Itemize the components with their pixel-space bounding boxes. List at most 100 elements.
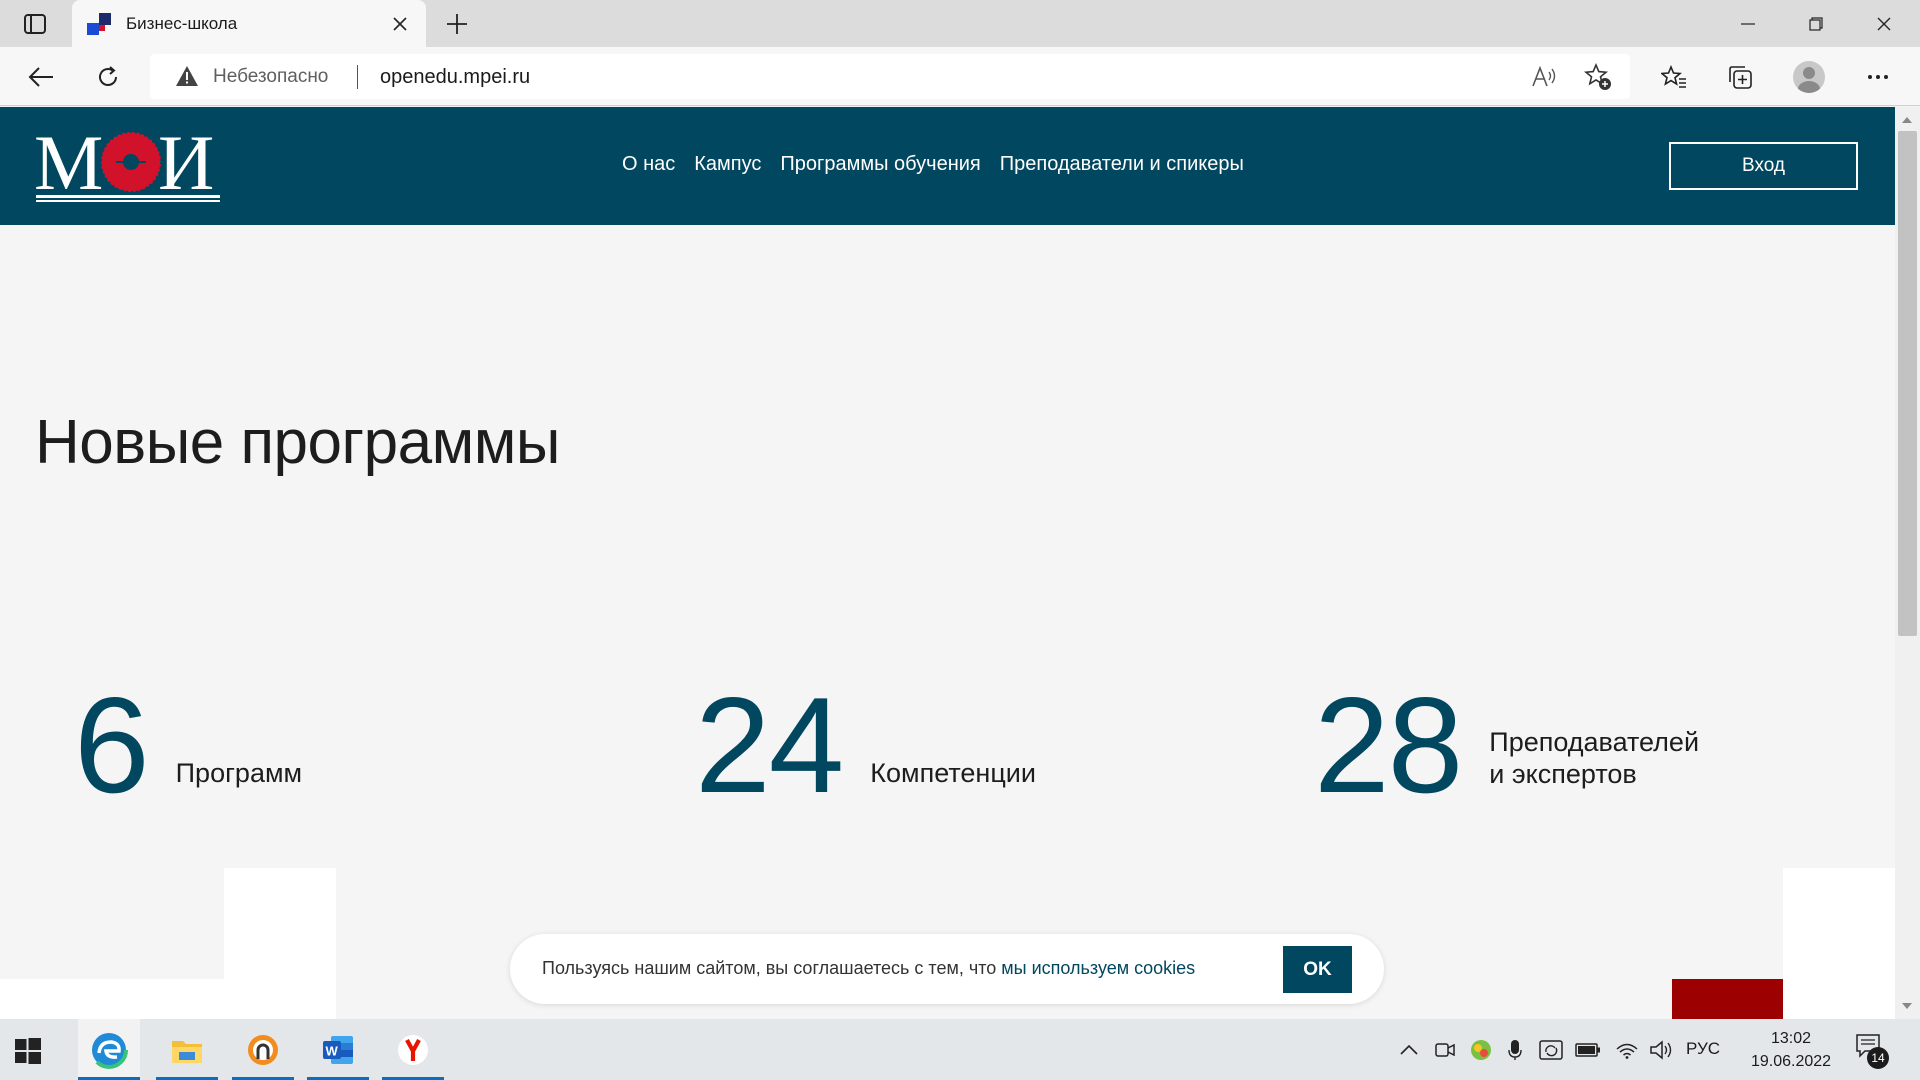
- clock-date: 19.06.2022: [1750, 1053, 1832, 1070]
- tray-battery-button[interactable]: [1572, 1019, 1604, 1080]
- main-navigation: О нас Кампус Программы обучения Преподав…: [622, 153, 1244, 176]
- add-favorite-button[interactable]: [1583, 62, 1613, 92]
- window-minimize-button[interactable]: [1714, 0, 1782, 47]
- stat-value: 24: [695, 669, 844, 821]
- stat-label: Компетенции: [870, 758, 1036, 789]
- tray-volume-button[interactable]: [1646, 1019, 1676, 1080]
- tray-clock[interactable]: 13:02 19.06.2022: [1741, 1027, 1841, 1073]
- edge-icon: [90, 1030, 128, 1069]
- cookie-banner: Пользуясь нашим сайтом, вы соглашаетесь …: [510, 934, 1384, 1004]
- cookie-policy-link[interactable]: мы используем cookies: [1001, 958, 1195, 978]
- refresh-icon: [99, 66, 117, 86]
- logo-letter-i: И: [158, 123, 214, 203]
- browser-toolbar: Небезопасно openedu.mpei.ru: [0, 47, 1920, 106]
- sync-icon: [1539, 1039, 1563, 1060]
- tab-close-button[interactable]: [388, 12, 412, 36]
- stat-competencies: 24 Компетенции: [695, 677, 1036, 813]
- favorites-button[interactable]: [1654, 57, 1694, 97]
- address-separator: [357, 65, 358, 89]
- login-button[interactable]: Вход: [1669, 142, 1858, 190]
- new-tab-button[interactable]: [442, 9, 472, 39]
- insecure-label[interactable]: Небезопасно: [213, 66, 328, 88]
- nav-campus[interactable]: Кампус: [694, 153, 761, 176]
- file-explorer-icon: [172, 1040, 202, 1063]
- favorites-icon: [1661, 65, 1686, 88]
- read-aloud-button[interactable]: [1529, 62, 1559, 92]
- settings-more-button[interactable]: [1858, 57, 1898, 97]
- decorative-block: [1783, 868, 1895, 1019]
- more-horizontal-icon: [1868, 75, 1888, 79]
- tray-microphone-button[interactable]: [1502, 1019, 1528, 1080]
- windows-start-icon[interactable]: [14, 1037, 42, 1065]
- nav-teachers[interactable]: Преподаватели и спикеры: [1000, 153, 1244, 176]
- page-scrollbar[interactable]: [1895, 107, 1920, 1019]
- scroll-down-icon[interactable]: [1902, 1003, 1912, 1009]
- scroll-thumb[interactable]: [1898, 131, 1917, 636]
- tray-app-button[interactable]: [1466, 1019, 1496, 1080]
- warning-icon: [176, 66, 198, 86]
- tray-meet-button[interactable]: [1430, 1019, 1460, 1080]
- scroll-up-icon[interactable]: [1902, 117, 1912, 123]
- decorative-red-block: [1672, 979, 1783, 1019]
- close-icon: [1877, 17, 1891, 30]
- cookie-message: Пользуясь нашим сайтом, вы соглашаетесь …: [542, 958, 1196, 978]
- tab-actions-button[interactable]: [18, 11, 52, 37]
- clock-time: 13:02: [1770, 1030, 1812, 1047]
- stat-label: Программ: [175, 758, 303, 789]
- logo-emblem-icon: [100, 131, 162, 193]
- cookie-ok-button[interactable]: OK: [1283, 946, 1352, 993]
- chevron-up-icon: [1400, 1044, 1418, 1055]
- close-icon: [393, 17, 407, 31]
- taskbar-app-edge[interactable]: [78, 1019, 140, 1080]
- stat-value: 28: [1314, 669, 1463, 821]
- app-circle-icon: [248, 1034, 278, 1065]
- input-language-indicator[interactable]: РУС: [1686, 1039, 1720, 1059]
- stat-label: Преподавателей и экспертов: [1489, 727, 1700, 789]
- page-title: Новые программы: [35, 408, 560, 477]
- stat-value: 6: [74, 669, 150, 821]
- window-close-button[interactable]: [1850, 0, 1918, 47]
- mpei-logo[interactable]: М И: [34, 123, 222, 203]
- windows-taskbar: W РУС 13:02 19.06.2022 14: [0, 1019, 1920, 1080]
- tray-show-hidden-button[interactable]: [1394, 1019, 1424, 1080]
- nav-programs[interactable]: Программы обучения: [780, 153, 980, 176]
- refresh-button[interactable]: [88, 57, 128, 97]
- taskbar-app-word[interactable]: W: [307, 1019, 369, 1080]
- video-camera-icon: [1435, 1042, 1455, 1057]
- read-aloud-icon: [1532, 66, 1556, 87]
- collections-button[interactable]: [1720, 57, 1760, 97]
- battery-icon: [1575, 1042, 1600, 1057]
- decorative-block: [224, 868, 336, 1019]
- notification-count-badge: 14: [1867, 1047, 1889, 1069]
- speaker-icon: [1650, 1039, 1672, 1060]
- profile-avatar[interactable]: [1793, 61, 1825, 93]
- restore-icon: [1809, 16, 1823, 31]
- url-text[interactable]: openedu.mpei.ru: [380, 66, 530, 89]
- nav-about[interactable]: О нас: [622, 153, 675, 176]
- stat-programs: 6 Программ: [74, 677, 302, 813]
- taskbar-app-explorer[interactable]: [156, 1019, 218, 1080]
- decorative-block: [0, 979, 224, 1019]
- browser-tab-active[interactable]: Бизнес-школа: [72, 0, 426, 47]
- taskbar-app-circle[interactable]: [232, 1019, 294, 1080]
- logo-letter-m: М: [34, 123, 103, 203]
- site-header: М И О нас Кампус Программы обучения Преп…: [0, 107, 1895, 225]
- page-viewport: М И О нас Кампус Программы обучения Преп…: [0, 107, 1895, 1019]
- word-icon: W: [323, 1035, 353, 1064]
- plus-icon: [447, 14, 467, 34]
- arrow-left-icon: [28, 67, 53, 87]
- minimize-icon: [1741, 22, 1755, 25]
- microphone-icon: [1508, 1039, 1522, 1060]
- window-restore-button[interactable]: [1782, 0, 1850, 47]
- svg-text:W: W: [326, 1043, 339, 1058]
- taskbar-app-yandex[interactable]: [382, 1019, 444, 1080]
- stat-teachers: 28 Преподавателей и экспертов: [1314, 677, 1699, 813]
- back-button[interactable]: [21, 57, 61, 97]
- notification-center-button[interactable]: 14: [1853, 1033, 1893, 1069]
- tray-wifi-button[interactable]: [1612, 1019, 1642, 1080]
- tray-app-icon: [1471, 1039, 1491, 1060]
- address-bar[interactable]: Небезопасно openedu.mpei.ru: [150, 54, 1630, 99]
- yandex-browser-icon: [398, 1034, 428, 1065]
- browser-tab-bar: Бизнес-школа: [0, 0, 1920, 47]
- tray-sync-button[interactable]: [1536, 1019, 1566, 1080]
